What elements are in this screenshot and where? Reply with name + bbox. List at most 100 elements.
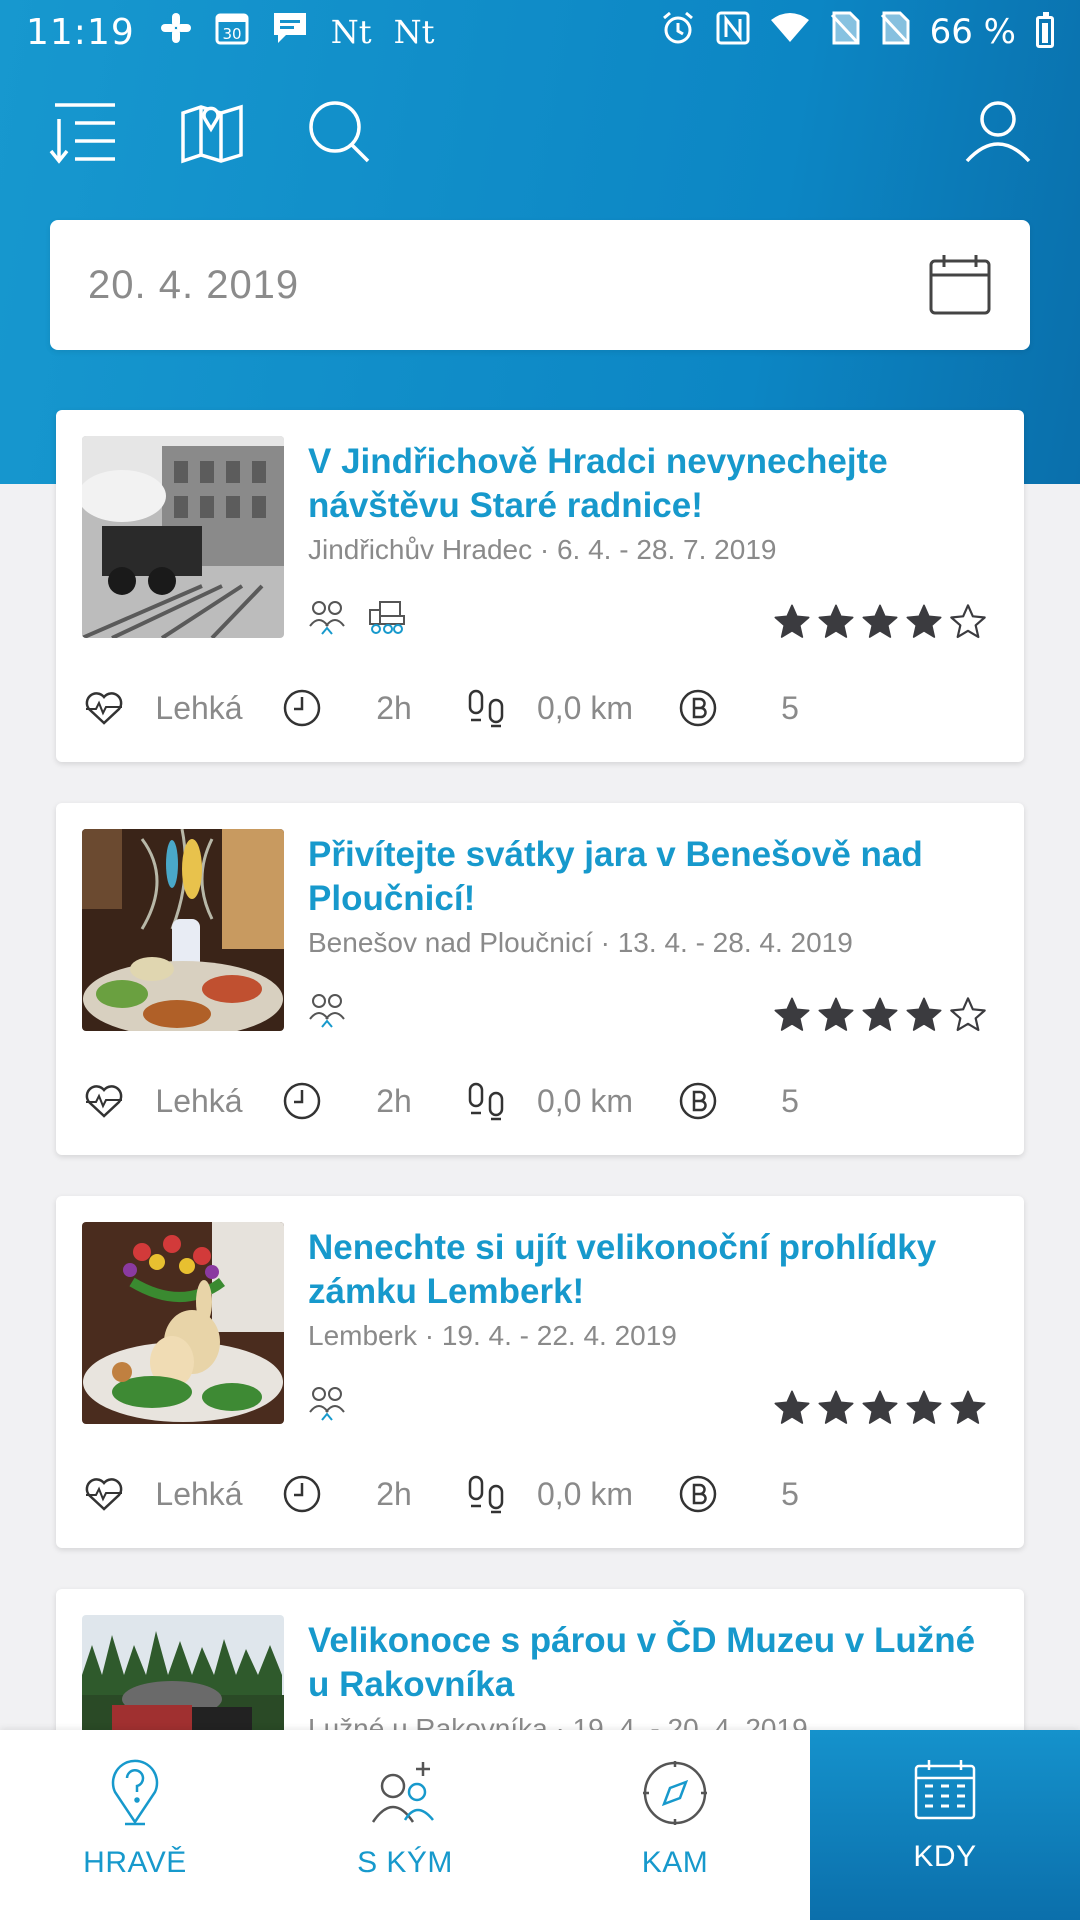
star-filled-icon xyxy=(862,1390,898,1424)
clock-icon xyxy=(280,1472,324,1516)
location-question-icon xyxy=(111,1759,159,1826)
nav-label: KDY xyxy=(913,1840,977,1873)
event-stats: Lehká 2h 0,0 km 5 xyxy=(82,1464,998,1524)
footsteps-icon xyxy=(464,686,508,730)
status-time: 11:19 xyxy=(26,11,135,53)
no-sim-icon xyxy=(830,11,860,54)
rating-stars xyxy=(772,602,988,642)
points-icon xyxy=(676,1079,720,1123)
rating-stars xyxy=(772,995,988,1035)
sort-button[interactable] xyxy=(42,92,122,172)
points-value: 5 xyxy=(781,1475,799,1512)
date-picker-field[interactable]: 20. 4. 2019 xyxy=(50,220,1030,350)
star-empty-icon xyxy=(950,997,986,1032)
people-add-icon xyxy=(371,1762,434,1823)
points-icon xyxy=(676,686,720,730)
heart-rate-icon xyxy=(82,1079,126,1123)
star-filled-icon xyxy=(818,997,854,1031)
footsteps-icon xyxy=(464,1472,508,1516)
star-filled-icon xyxy=(774,1390,810,1424)
map-icon xyxy=(181,104,243,164)
event-location-date: Lemberk · 19. 4. - 22. 4. 2019 xyxy=(308,1320,677,1351)
difficulty-value: Lehká xyxy=(155,1475,243,1512)
star-filled-icon xyxy=(774,997,810,1031)
event-stats: Lehká 2h 0,0 km 5 xyxy=(82,678,998,738)
calendar-30-icon: 30 xyxy=(215,11,249,54)
group-icon xyxy=(308,991,346,1034)
event-location-date: Jindřichův Hradec · 6. 4. - 28. 7. 2019 xyxy=(308,534,777,565)
rating-stars xyxy=(772,1388,988,1428)
distance-value: 0,0 km xyxy=(536,1475,634,1512)
notification-nt-1: Nt xyxy=(330,13,372,51)
event-thumbnail xyxy=(82,1222,284,1424)
star-filled-icon xyxy=(818,604,854,638)
slack-icon xyxy=(159,11,193,54)
date-value: 20. 4. 2019 xyxy=(88,262,300,307)
group-icon xyxy=(308,1384,346,1427)
nfc-icon xyxy=(716,11,750,54)
nav-s-kym[interactable]: S KÝM xyxy=(270,1730,540,1920)
event-card[interactable]: Nenechte si ujít velikonoční prohlídky z… xyxy=(56,1196,1024,1548)
event-location-date: Benešov nad Ploučnicí · 13. 4. - 28. 4. … xyxy=(308,927,853,958)
nav-label: HRAVĚ xyxy=(83,1846,187,1879)
message-icon xyxy=(271,10,309,55)
points-value: 5 xyxy=(781,1082,799,1119)
svg-text:30: 30 xyxy=(222,25,241,43)
event-thumbnail xyxy=(82,829,284,1031)
footsteps-icon xyxy=(464,1079,508,1123)
event-thumbnail xyxy=(82,436,284,638)
nav-label: S KÝM xyxy=(357,1846,453,1879)
star-filled-icon xyxy=(906,604,942,638)
notification-nt-2: Nt xyxy=(393,13,435,51)
no-sim-icon xyxy=(880,11,910,54)
heart-rate-icon xyxy=(82,686,126,730)
event-stats: Lehká 2h 0,0 km 5 xyxy=(82,1071,998,1131)
wifi-icon xyxy=(770,11,810,53)
group-icon xyxy=(308,598,346,641)
event-card[interactable]: Přivítejte svátky jara v Benešově nad Pl… xyxy=(56,803,1024,1155)
star-filled-icon xyxy=(862,604,898,638)
star-filled-icon xyxy=(774,604,810,638)
sort-icon xyxy=(49,103,115,164)
compass-icon xyxy=(643,1761,707,1825)
nav-kdy[interactable]: KDY xyxy=(810,1730,1080,1920)
calendar-icon xyxy=(914,1760,976,1820)
difficulty-value: Lehká xyxy=(155,689,243,726)
battery-level: 66 % xyxy=(929,12,1016,52)
duration-value: 2h xyxy=(376,1475,412,1512)
points-icon xyxy=(676,1472,720,1516)
difficulty-value: Lehká xyxy=(155,1082,243,1119)
star-filled-icon xyxy=(906,1390,942,1424)
nav-hrave[interactable]: HRAVĚ xyxy=(0,1730,270,1920)
event-title[interactable]: V Jindřichově Hradci nevynechejte návště… xyxy=(308,440,998,528)
event-title[interactable]: Nenechte si ujít velikonoční prohlídky z… xyxy=(308,1226,998,1314)
map-button[interactable] xyxy=(172,92,252,172)
star-filled-icon xyxy=(950,1390,986,1424)
profile-button[interactable] xyxy=(958,92,1038,172)
event-title[interactable]: Velikonoce s párou v ČD Muzeu v Lužné u … xyxy=(308,1619,998,1707)
nav-kam[interactable]: KAM xyxy=(540,1730,810,1920)
duration-value: 2h xyxy=(376,1082,412,1119)
points-value: 5 xyxy=(781,689,799,726)
event-title[interactable]: Přivítejte svátky jara v Benešově nad Pl… xyxy=(308,833,998,921)
alarm-icon xyxy=(660,10,696,55)
event-card[interactable]: V Jindřichově Hradci nevynechejte návště… xyxy=(56,410,1024,762)
user-icon xyxy=(965,101,1031,163)
search-button[interactable] xyxy=(300,92,380,172)
heart-rate-icon xyxy=(82,1472,126,1516)
distance-value: 0,0 km xyxy=(536,1082,634,1119)
star-filled-icon xyxy=(906,997,942,1031)
search-icon xyxy=(309,101,370,163)
star-empty-icon xyxy=(950,604,986,639)
star-filled-icon xyxy=(862,997,898,1031)
calendar-icon[interactable] xyxy=(928,253,992,317)
distance-value: 0,0 km xyxy=(536,689,634,726)
toolbar xyxy=(0,92,1080,172)
bottom-navigation: HRAVĚ S KÝM KAM KDY xyxy=(0,1730,1080,1920)
battery-icon xyxy=(1036,12,1054,48)
nav-label: KAM xyxy=(641,1846,709,1879)
star-filled-icon xyxy=(818,1390,854,1424)
duration-value: 2h xyxy=(376,689,412,726)
clock-icon xyxy=(280,686,324,730)
train-icon xyxy=(366,598,406,641)
